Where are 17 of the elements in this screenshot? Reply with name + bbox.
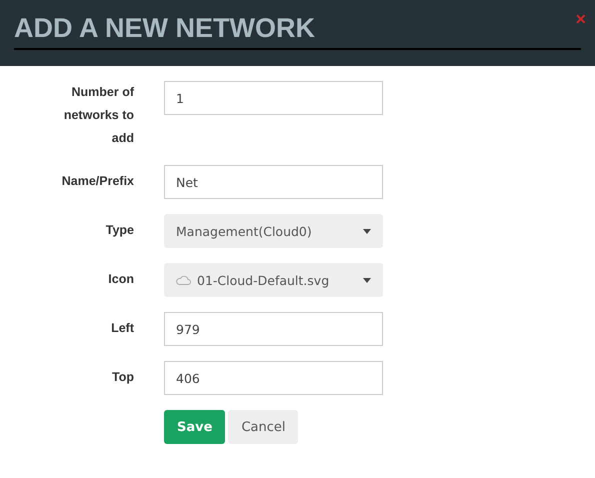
- field-label: Type: [104, 222, 134, 239]
- cloud-icon: [176, 275, 191, 285]
- caret-icon: [363, 278, 371, 282]
- field-label: Number of networks to add: [62, 84, 134, 147]
- field-label: Left: [110, 320, 134, 337]
- cancel-button[interactable]: Cancel: [228, 410, 298, 444]
- select-field[interactable]: Management(Cloud0): [164, 214, 383, 248]
- field-label: Icon: [107, 271, 134, 288]
- input-field[interactable]: 979: [164, 312, 383, 346]
- field-label: Top: [111, 369, 134, 386]
- caret-icon: [363, 228, 371, 234]
- input-field[interactable]: 1: [164, 81, 383, 115]
- save-button[interactable]: Save: [164, 410, 226, 444]
- input-field[interactable]: 406: [164, 361, 383, 395]
- input-field[interactable]: Net: [164, 165, 383, 199]
- select-field[interactable]: 01-Cloud-Default.svg: [164, 263, 383, 297]
- field-label: Name/Prefix: [60, 173, 134, 190]
